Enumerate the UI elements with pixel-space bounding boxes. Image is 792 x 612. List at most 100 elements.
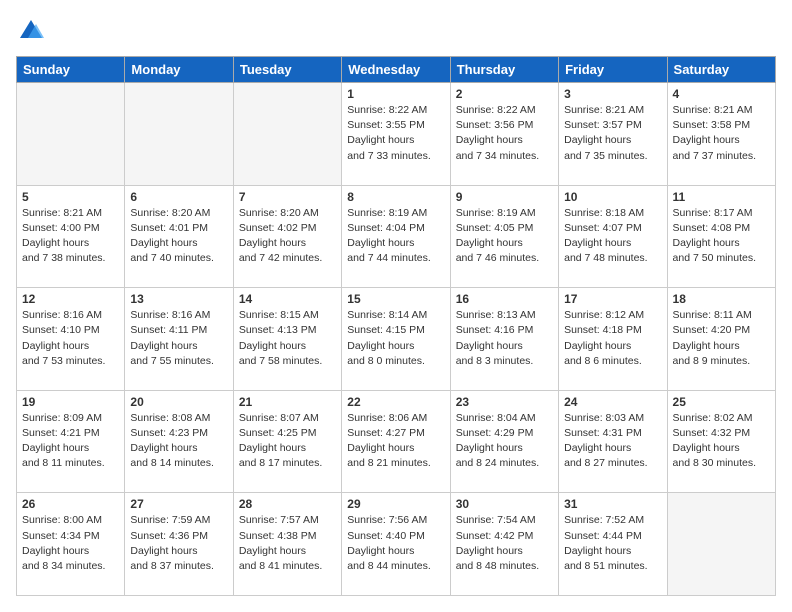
header xyxy=(16,16,776,46)
calendar-cell: 30 Sunrise: 7:54 AM Sunset: 4:42 PM Dayl… xyxy=(450,493,558,596)
cell-info: Sunrise: 8:00 AM Sunset: 4:34 PM Dayligh… xyxy=(22,513,119,574)
calendar-cell: 9 Sunrise: 8:19 AM Sunset: 4:05 PM Dayli… xyxy=(450,185,558,288)
cell-info: Sunrise: 8:16 AM Sunset: 4:10 PM Dayligh… xyxy=(22,308,119,369)
cell-day-number: 13 xyxy=(130,292,227,306)
cell-day-number: 2 xyxy=(456,87,553,101)
calendar-cell: 29 Sunrise: 7:56 AM Sunset: 4:40 PM Dayl… xyxy=(342,493,450,596)
cell-day-number: 12 xyxy=(22,292,119,306)
calendar-cell: 4 Sunrise: 8:21 AM Sunset: 3:58 PM Dayli… xyxy=(667,83,775,186)
cell-info: Sunrise: 8:06 AM Sunset: 4:27 PM Dayligh… xyxy=(347,411,444,472)
calendar-header: SundayMondayTuesdayWednesdayThursdayFrid… xyxy=(17,57,776,83)
cell-info: Sunrise: 8:12 AM Sunset: 4:18 PM Dayligh… xyxy=(564,308,661,369)
cell-info: Sunrise: 8:11 AM Sunset: 4:20 PM Dayligh… xyxy=(673,308,770,369)
cell-day-number: 29 xyxy=(347,497,444,511)
calendar-cell: 5 Sunrise: 8:21 AM Sunset: 4:00 PM Dayli… xyxy=(17,185,125,288)
cell-info: Sunrise: 8:03 AM Sunset: 4:31 PM Dayligh… xyxy=(564,411,661,472)
cell-info: Sunrise: 8:19 AM Sunset: 4:05 PM Dayligh… xyxy=(456,206,553,267)
day-header-monday: Monday xyxy=(125,57,233,83)
cell-day-number: 4 xyxy=(673,87,770,101)
cell-day-number: 18 xyxy=(673,292,770,306)
page: SundayMondayTuesdayWednesdayThursdayFrid… xyxy=(0,0,792,612)
week-row-0: 1 Sunrise: 8:22 AM Sunset: 3:55 PM Dayli… xyxy=(17,83,776,186)
calendar-cell: 1 Sunrise: 8:22 AM Sunset: 3:55 PM Dayli… xyxy=(342,83,450,186)
week-row-2: 12 Sunrise: 8:16 AM Sunset: 4:10 PM Dayl… xyxy=(17,288,776,391)
day-header-wednesday: Wednesday xyxy=(342,57,450,83)
calendar-cell: 11 Sunrise: 8:17 AM Sunset: 4:08 PM Dayl… xyxy=(667,185,775,288)
calendar-cell: 16 Sunrise: 8:13 AM Sunset: 4:16 PM Dayl… xyxy=(450,288,558,391)
calendar-cell: 14 Sunrise: 8:15 AM Sunset: 4:13 PM Dayl… xyxy=(233,288,341,391)
cell-day-number: 30 xyxy=(456,497,553,511)
cell-info: Sunrise: 8:09 AM Sunset: 4:21 PM Dayligh… xyxy=(22,411,119,472)
calendar-cell xyxy=(233,83,341,186)
cell-day-number: 27 xyxy=(130,497,227,511)
cell-day-number: 6 xyxy=(130,190,227,204)
cell-day-number: 17 xyxy=(564,292,661,306)
calendar-cell: 27 Sunrise: 7:59 AM Sunset: 4:36 PM Dayl… xyxy=(125,493,233,596)
cell-day-number: 28 xyxy=(239,497,336,511)
cell-info: Sunrise: 8:22 AM Sunset: 3:56 PM Dayligh… xyxy=(456,103,553,164)
cell-info: Sunrise: 8:20 AM Sunset: 4:02 PM Dayligh… xyxy=(239,206,336,267)
cell-info: Sunrise: 8:02 AM Sunset: 4:32 PM Dayligh… xyxy=(673,411,770,472)
calendar-cell: 20 Sunrise: 8:08 AM Sunset: 4:23 PM Dayl… xyxy=(125,390,233,493)
calendar-cell: 2 Sunrise: 8:22 AM Sunset: 3:56 PM Dayli… xyxy=(450,83,558,186)
cell-info: Sunrise: 8:18 AM Sunset: 4:07 PM Dayligh… xyxy=(564,206,661,267)
calendar-cell xyxy=(125,83,233,186)
week-row-3: 19 Sunrise: 8:09 AM Sunset: 4:21 PM Dayl… xyxy=(17,390,776,493)
calendar-cell xyxy=(667,493,775,596)
cell-info: Sunrise: 8:14 AM Sunset: 4:15 PM Dayligh… xyxy=(347,308,444,369)
cell-info: Sunrise: 8:08 AM Sunset: 4:23 PM Dayligh… xyxy=(130,411,227,472)
calendar-cell: 31 Sunrise: 7:52 AM Sunset: 4:44 PM Dayl… xyxy=(559,493,667,596)
cell-info: Sunrise: 7:56 AM Sunset: 4:40 PM Dayligh… xyxy=(347,513,444,574)
cell-info: Sunrise: 8:04 AM Sunset: 4:29 PM Dayligh… xyxy=(456,411,553,472)
calendar-cell: 25 Sunrise: 8:02 AM Sunset: 4:32 PM Dayl… xyxy=(667,390,775,493)
calendar-cell: 26 Sunrise: 8:00 AM Sunset: 4:34 PM Dayl… xyxy=(17,493,125,596)
calendar-cell xyxy=(17,83,125,186)
cell-info: Sunrise: 8:22 AM Sunset: 3:55 PM Dayligh… xyxy=(347,103,444,164)
calendar-cell: 18 Sunrise: 8:11 AM Sunset: 4:20 PM Dayl… xyxy=(667,288,775,391)
calendar-cell: 28 Sunrise: 7:57 AM Sunset: 4:38 PM Dayl… xyxy=(233,493,341,596)
cell-day-number: 15 xyxy=(347,292,444,306)
cell-day-number: 23 xyxy=(456,395,553,409)
cell-info: Sunrise: 7:54 AM Sunset: 4:42 PM Dayligh… xyxy=(456,513,553,574)
cell-day-number: 5 xyxy=(22,190,119,204)
week-row-4: 26 Sunrise: 8:00 AM Sunset: 4:34 PM Dayl… xyxy=(17,493,776,596)
calendar-cell: 7 Sunrise: 8:20 AM Sunset: 4:02 PM Dayli… xyxy=(233,185,341,288)
logo-icon xyxy=(16,16,46,46)
week-row-1: 5 Sunrise: 8:21 AM Sunset: 4:00 PM Dayli… xyxy=(17,185,776,288)
cell-day-number: 14 xyxy=(239,292,336,306)
cell-day-number: 25 xyxy=(673,395,770,409)
cell-info: Sunrise: 8:07 AM Sunset: 4:25 PM Dayligh… xyxy=(239,411,336,472)
day-header-saturday: Saturday xyxy=(667,57,775,83)
cell-day-number: 20 xyxy=(130,395,227,409)
cell-day-number: 3 xyxy=(564,87,661,101)
calendar-cell: 12 Sunrise: 8:16 AM Sunset: 4:10 PM Dayl… xyxy=(17,288,125,391)
cell-day-number: 21 xyxy=(239,395,336,409)
day-header-friday: Friday xyxy=(559,57,667,83)
calendar-cell: 3 Sunrise: 8:21 AM Sunset: 3:57 PM Dayli… xyxy=(559,83,667,186)
cell-info: Sunrise: 8:16 AM Sunset: 4:11 PM Dayligh… xyxy=(130,308,227,369)
cell-day-number: 7 xyxy=(239,190,336,204)
cell-info: Sunrise: 8:21 AM Sunset: 3:57 PM Dayligh… xyxy=(564,103,661,164)
calendar-cell: 21 Sunrise: 8:07 AM Sunset: 4:25 PM Dayl… xyxy=(233,390,341,493)
cell-day-number: 1 xyxy=(347,87,444,101)
cell-day-number: 19 xyxy=(22,395,119,409)
calendar-cell: 10 Sunrise: 8:18 AM Sunset: 4:07 PM Dayl… xyxy=(559,185,667,288)
cell-info: Sunrise: 8:19 AM Sunset: 4:04 PM Dayligh… xyxy=(347,206,444,267)
cell-info: Sunrise: 8:21 AM Sunset: 4:00 PM Dayligh… xyxy=(22,206,119,267)
calendar-cell: 19 Sunrise: 8:09 AM Sunset: 4:21 PM Dayl… xyxy=(17,390,125,493)
cell-day-number: 9 xyxy=(456,190,553,204)
calendar-cell: 6 Sunrise: 8:20 AM Sunset: 4:01 PM Dayli… xyxy=(125,185,233,288)
header-row: SundayMondayTuesdayWednesdayThursdayFrid… xyxy=(17,57,776,83)
cell-info: Sunrise: 8:17 AM Sunset: 4:08 PM Dayligh… xyxy=(673,206,770,267)
cell-info: Sunrise: 7:59 AM Sunset: 4:36 PM Dayligh… xyxy=(130,513,227,574)
calendar-cell: 23 Sunrise: 8:04 AM Sunset: 4:29 PM Dayl… xyxy=(450,390,558,493)
cell-info: Sunrise: 8:20 AM Sunset: 4:01 PM Dayligh… xyxy=(130,206,227,267)
logo xyxy=(16,16,50,46)
cell-info: Sunrise: 8:21 AM Sunset: 3:58 PM Dayligh… xyxy=(673,103,770,164)
day-header-sunday: Sunday xyxy=(17,57,125,83)
cell-info: Sunrise: 7:57 AM Sunset: 4:38 PM Dayligh… xyxy=(239,513,336,574)
cell-day-number: 22 xyxy=(347,395,444,409)
cell-day-number: 16 xyxy=(456,292,553,306)
calendar-cell: 8 Sunrise: 8:19 AM Sunset: 4:04 PM Dayli… xyxy=(342,185,450,288)
cell-info: Sunrise: 7:52 AM Sunset: 4:44 PM Dayligh… xyxy=(564,513,661,574)
